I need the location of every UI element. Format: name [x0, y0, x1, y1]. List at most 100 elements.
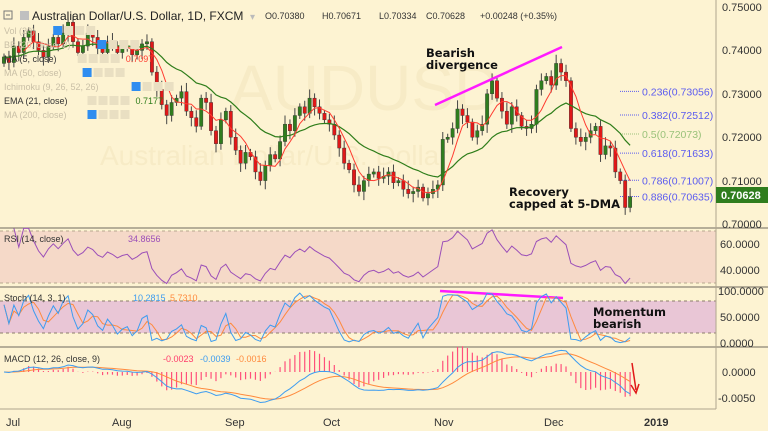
add-plus-icon[interactable] [104, 68, 114, 77]
visibility-eye-icon[interactable] [53, 26, 63, 35]
annotation-recovery-line2: capped at 5-DMA [509, 197, 620, 211]
rsi-legend-label[interactable]: RSI (14, close) [4, 234, 64, 244]
macd-legend-label[interactable]: MACD (12, 26, close, 9) [4, 354, 100, 364]
chart-title[interactable]: Australian Dollar/U.S. Dollar, 1D, FXCM [32, 9, 243, 23]
add-plus-icon[interactable] [119, 40, 129, 49]
candle-bullish [490, 80, 494, 94]
time-tick: Sep [225, 417, 245, 429]
indicator-legend-label[interactable]: Ichimoku (9, 26, 52, 26) [4, 82, 99, 92]
candle-bearish [164, 104, 169, 116]
stoch-k-value: 10.2815 [133, 293, 166, 303]
time-tick: Jul [6, 417, 20, 429]
candle-bullish [263, 165, 268, 181]
candle-bearish [258, 171, 263, 181]
settings-gear-icon[interactable] [98, 96, 108, 105]
indicator-legend-label[interactable]: Vol (20) [4, 26, 35, 36]
candle-bearish [578, 136, 583, 142]
candle-bearish [460, 108, 465, 116]
candle-bearish [76, 41, 80, 53]
symbol-flag-icon [20, 11, 29, 20]
visibility-eye-icon[interactable] [82, 68, 92, 77]
fib-level-label: 0.236(0.73056) [642, 86, 713, 98]
settings-gear-icon[interactable] [98, 110, 108, 119]
candle-bullish [199, 97, 204, 127]
candle-bullish [243, 152, 248, 164]
remove-close-icon[interactable] [130, 40, 140, 49]
macd-signal-value: -0.0016 [236, 354, 267, 364]
candle-bullish [371, 171, 376, 175]
candle-bullish [219, 119, 223, 144]
settings-gear-icon[interactable] [64, 26, 74, 35]
candle-bearish [322, 113, 327, 121]
indicator-legend-label[interactable]: MA (200, close) [4, 110, 67, 120]
indicator-legend-label[interactable]: BB (20, close, 2) [4, 40, 71, 50]
stoch-legend-label[interactable]: Stoch (14, 3, 1) [4, 293, 66, 303]
candle-bearish [406, 189, 411, 194]
candle-bearish [500, 97, 504, 112]
visibility-eye-icon[interactable] [97, 40, 107, 49]
candle-bullish [509, 106, 514, 125]
visibility-eye-icon[interactable] [87, 96, 97, 105]
add-plus-icon[interactable] [99, 54, 109, 63]
open-value: O0.70380 [265, 11, 305, 21]
macd-tick: -0.0050 [718, 393, 755, 405]
remove-close-icon[interactable] [164, 82, 174, 91]
chart-canvas[interactable]: AUDUSD Australian Dollar/U.S. Dollar 0.2… [0, 0, 768, 431]
candle-bullish [539, 80, 544, 90]
candle-bearish [559, 63, 563, 73]
remove-close-icon[interactable] [110, 54, 120, 63]
settings-gear-icon[interactable] [88, 54, 98, 63]
macd-line-value: -0.0039 [200, 354, 231, 364]
add-plus-icon[interactable] [153, 82, 163, 91]
candle-bullish [169, 102, 174, 116]
candle-bearish [391, 171, 396, 183]
change-value: +0.00248 (+0.35%) [480, 11, 557, 21]
time-tick: Aug [112, 417, 132, 429]
add-plus-icon[interactable] [75, 26, 85, 35]
add-plus-icon[interactable] [109, 96, 119, 105]
candle-bearish [573, 128, 578, 138]
macd-hist-value: -0.0023 [163, 354, 194, 364]
visibility-eye-icon[interactable] [131, 82, 141, 91]
candle-bearish [273, 154, 278, 160]
candle-bearish [495, 80, 499, 99]
annotation-bearish-line2: divergence [426, 58, 498, 72]
indicator-legend-label[interactable]: MA (5, close) [4, 54, 57, 64]
time-tick: Nov [434, 417, 454, 429]
rsi-band [0, 231, 716, 283]
indicator-legend-label[interactable]: MA (50, close) [4, 68, 62, 78]
candle-bullish [283, 123, 287, 142]
candle-bearish [470, 121, 475, 138]
add-plus-icon[interactable] [109, 110, 119, 119]
indicator-legend-value: 0.7097 [126, 54, 154, 64]
candle-bearish [184, 91, 189, 112]
settings-gear-icon[interactable] [108, 40, 118, 49]
indicator-legend-label[interactable]: EMA (21, close) [4, 96, 68, 106]
candle-bearish [623, 180, 628, 208]
candle-bullish [145, 41, 149, 45]
candle-bullish [80, 45, 85, 53]
remove-close-icon[interactable] [120, 96, 130, 105]
candle-bearish [214, 130, 218, 144]
macd-tick: 0.0000 [722, 367, 756, 379]
stoch-tick: 50.0000 [720, 312, 760, 324]
price-tick: 0.75000 [722, 2, 762, 14]
remove-close-icon[interactable] [86, 26, 96, 35]
remove-close-icon[interactable] [120, 110, 130, 119]
candle-bearish [352, 169, 356, 186]
candle-bearish [401, 180, 406, 190]
candle-bearish [357, 184, 361, 192]
low-value: L0.70334 [379, 11, 417, 21]
candle-bearish [465, 115, 470, 123]
visibility-eye-icon[interactable] [77, 54, 87, 63]
candle-bearish [302, 106, 307, 114]
candle-bearish [608, 145, 613, 149]
candle-bullish [583, 136, 588, 142]
rsi-legend-value: 34.8656 [128, 234, 161, 244]
close-value: C0.70628 [426, 11, 465, 21]
settings-gear-icon[interactable] [142, 82, 152, 91]
remove-close-icon[interactable] [115, 68, 125, 77]
chevron-down-icon[interactable]: ▾ [250, 12, 255, 23]
settings-gear-icon[interactable] [93, 68, 103, 77]
visibility-eye-icon[interactable] [87, 110, 97, 119]
